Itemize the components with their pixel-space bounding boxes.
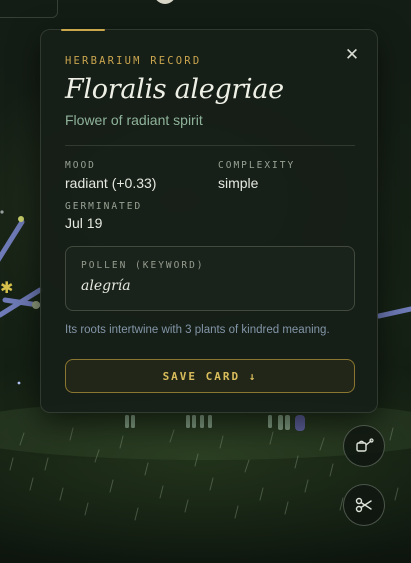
pollen-label: POLLEN (KEYWORD) <box>81 260 205 271</box>
flower-name: Floralis alegriae <box>65 74 284 105</box>
mood-value: radiant (+0.33) <box>65 175 157 191</box>
save-card-button[interactable]: SAVE CARD ↓ <box>65 359 355 393</box>
prune-button[interactable] <box>343 484 385 526</box>
germinated-value: Jul 19 <box>65 215 103 231</box>
complexity-value: simple <box>218 175 259 191</box>
close-button[interactable]: ✕ <box>341 44 363 66</box>
roots-note: Its roots intertwine with 3 plants of ki… <box>65 324 330 336</box>
card-kicker: HERBARIUM RECORD <box>65 55 202 67</box>
flower-subtitle: Flower of radiant spirit <box>65 112 203 128</box>
card-accent-bar <box>61 29 105 31</box>
complexity-label: COMPLEXITY <box>218 160 296 171</box>
pollen-keyword-box: POLLEN (KEYWORD) alegría <box>65 246 355 311</box>
divider <box>65 145 355 146</box>
close-icon: ✕ <box>344 45 360 65</box>
watering-can-icon <box>356 438 374 452</box>
left-plant <box>0 219 43 318</box>
svg-text:✱: ✱ <box>0 278 13 297</box>
pollen-keyword: alegría <box>81 278 131 294</box>
germinated-label: GERMINATED <box>65 201 143 212</box>
herbarium-card: HERBARIUM RECORD ✕ Floralis alegriae Flo… <box>40 29 378 413</box>
mood-label: MOOD <box>65 160 96 171</box>
scissors-icon <box>355 497 372 513</box>
watering-button[interactable] <box>343 425 385 467</box>
